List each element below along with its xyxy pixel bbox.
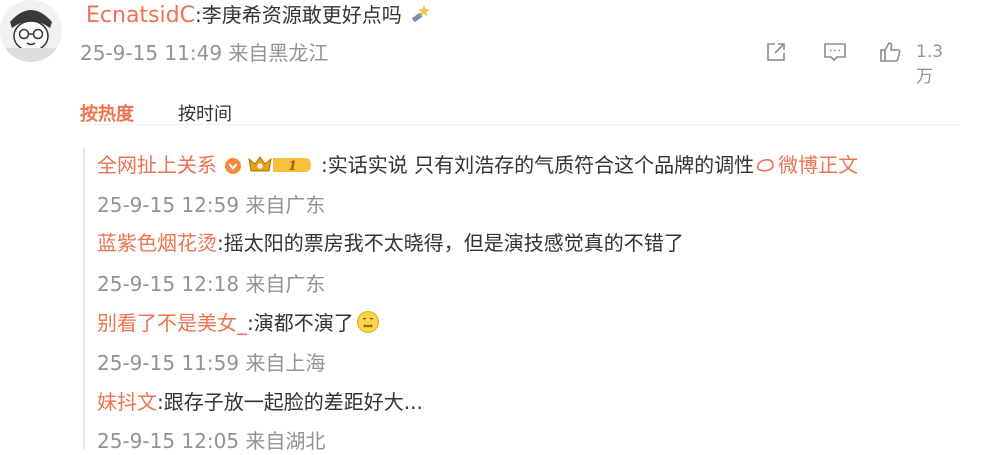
firework-emoji-icon (409, 1, 433, 33)
verified-badge-icon (225, 158, 241, 174)
reply-username[interactable]: 妹抖文 (97, 390, 157, 414)
crown-level-badge-icon: 1 (247, 154, 315, 176)
reply-item: 别看了不是美女_:演都不演了 (97, 309, 380, 341)
crown-level-text: 1 (288, 159, 297, 174)
avatar-image (0, 0, 62, 62)
reply-text: :跟存子放一起脸的差距好大... (157, 390, 423, 414)
top-comment: EcnatsidC:李庚希资源敢更好点吗 (86, 1, 433, 33)
weibo-link-icon (756, 153, 776, 181)
weibo-post-link[interactable]: 微博正文 (778, 153, 858, 177)
reply-username[interactable]: 别看了不是美女_ (97, 311, 247, 335)
top-comment-username[interactable]: EcnatsidC (86, 3, 195, 28)
comment-icon[interactable] (822, 40, 848, 68)
reply-text: :演都不演了 (247, 311, 354, 335)
divider (80, 124, 960, 125)
like-count: 1.3万 (916, 42, 944, 87)
reply-meta: 25-9-15 12:18 来自广东 (97, 272, 326, 296)
reply-item: 全网扯上关系 1 :实话实说 只有刘浩存的气质符合这个品牌的调性 微博正文 (97, 151, 858, 181)
like-icon[interactable] (878, 40, 904, 68)
tab-sort-time[interactable]: 按时间 (178, 100, 232, 126)
top-comment-location: 来自黑龙江 (228, 41, 329, 65)
reply-meta: 25-9-15 12:05 来自湖北 (97, 429, 326, 453)
top-comment-time: 25-9-15 11:49 (80, 41, 223, 65)
reply-text: :实话实说 只有刘浩存的气质符合这个品牌的调性 (321, 153, 755, 177)
reply-username[interactable]: 蓝紫色烟花烫 (97, 231, 217, 255)
top-comment-text: :李庚希资源敢更好点吗 (194, 3, 402, 27)
reply-username[interactable]: 全网扯上关系 (97, 153, 217, 177)
reply-thread-line (83, 148, 85, 449)
share-icon[interactable] (764, 40, 788, 68)
reply-meta: 25-9-15 12:59 来自广东 (97, 193, 326, 217)
avatar[interactable] (0, 0, 62, 62)
top-comment-meta: 25-9-15 11:49 来自黑龙江 (80, 40, 328, 66)
sealed-lips-emoji-icon (356, 310, 380, 341)
reply-item: 蓝紫色烟花烫:摇太阳的票房我不太晓得，但是演技感觉真的不错了 (97, 229, 684, 257)
reply-item: 妹抖文:跟存子放一起脸的差距好大... (97, 388, 423, 416)
tab-sort-hot[interactable]: 按热度 (80, 100, 134, 126)
reply-meta: 25-9-15 11:59 来自上海 (97, 351, 326, 375)
reply-text: :摇太阳的票房我不太晓得，但是演技感觉真的不错了 (217, 231, 684, 255)
